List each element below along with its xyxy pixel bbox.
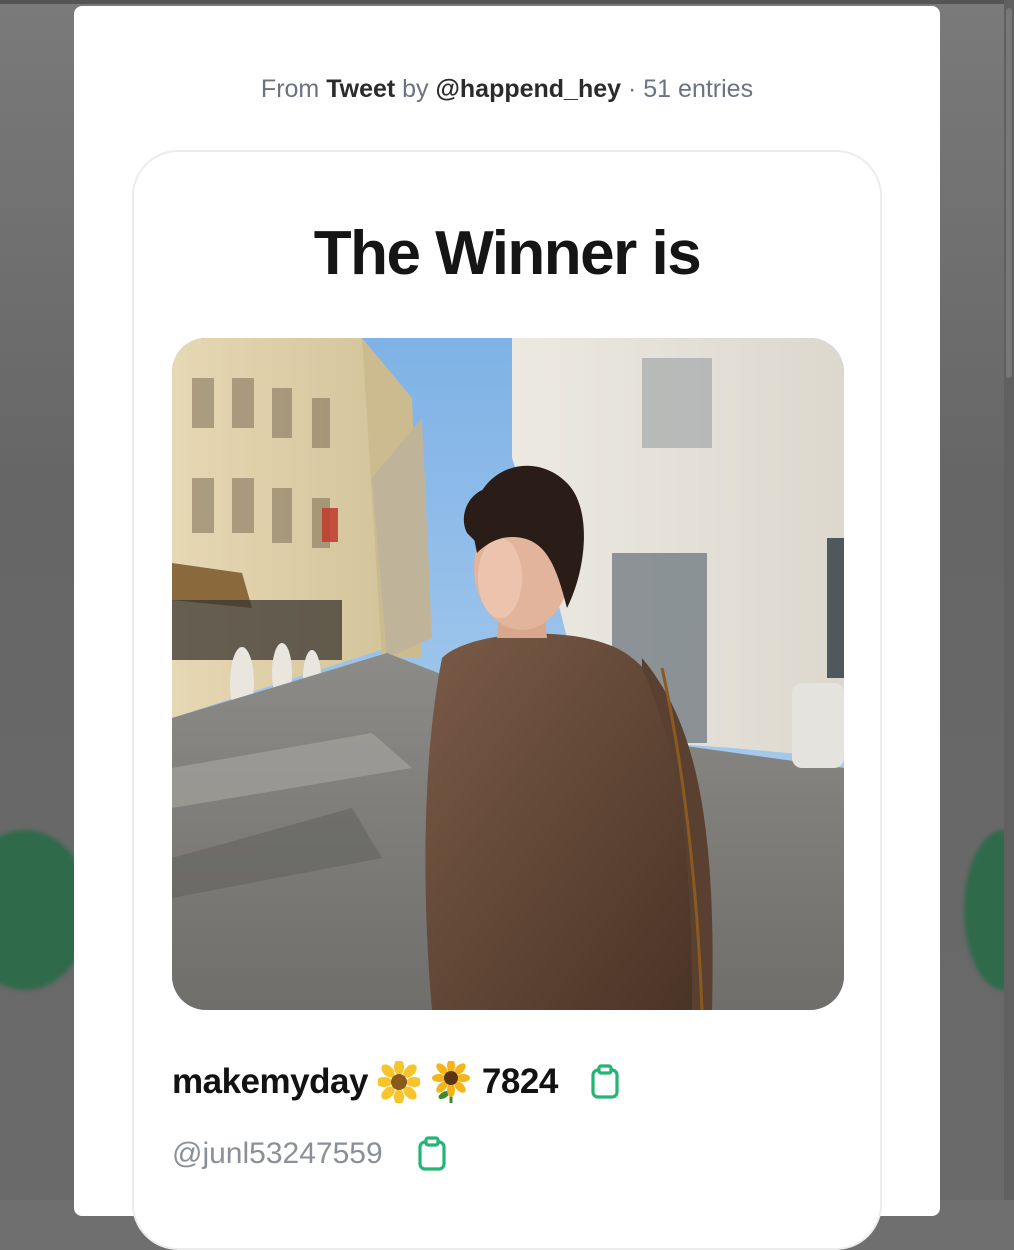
clipboard-icon[interactable] bbox=[590, 1064, 620, 1100]
winner-title: The Winner is bbox=[313, 219, 702, 288]
author-handle[interactable]: @happend_hey bbox=[436, 75, 622, 103]
entries-count: 51 entries bbox=[643, 75, 754, 103]
winner-photo bbox=[172, 338, 844, 1010]
winner-handle[interactable]: @junl53247559 bbox=[172, 1137, 383, 1171]
winner-name-row: makemyday 7824 bbox=[172, 1060, 620, 1104]
source-line: From Tweet by @happend_hey · 51 entries bbox=[74, 75, 940, 104]
separator: · bbox=[628, 75, 637, 103]
by-label: by bbox=[402, 75, 429, 103]
winner-name-prefix: makemyday bbox=[172, 1062, 368, 1101]
winner-name-suffix: 7824 bbox=[481, 1062, 558, 1101]
top-strip bbox=[0, 0, 1014, 4]
source-type: Tweet bbox=[326, 75, 396, 103]
clipboard-icon[interactable] bbox=[417, 1136, 447, 1172]
scrollbar-thumb[interactable] bbox=[1006, 8, 1012, 378]
winner-modal: From Tweet by @happend_hey · 51 entries … bbox=[74, 6, 940, 1250]
winner-handle-row: @junl53247559 bbox=[172, 1132, 447, 1176]
winner-card: The Winner is makemyday 7824 @junl532475… bbox=[132, 150, 882, 1250]
street-photo-illustration bbox=[172, 338, 844, 1010]
sunflower-icon bbox=[377, 1061, 420, 1103]
from-label: From bbox=[260, 75, 320, 103]
scrollbar[interactable] bbox=[1004, 0, 1014, 1200]
sunflower-icon bbox=[431, 1061, 470, 1103]
